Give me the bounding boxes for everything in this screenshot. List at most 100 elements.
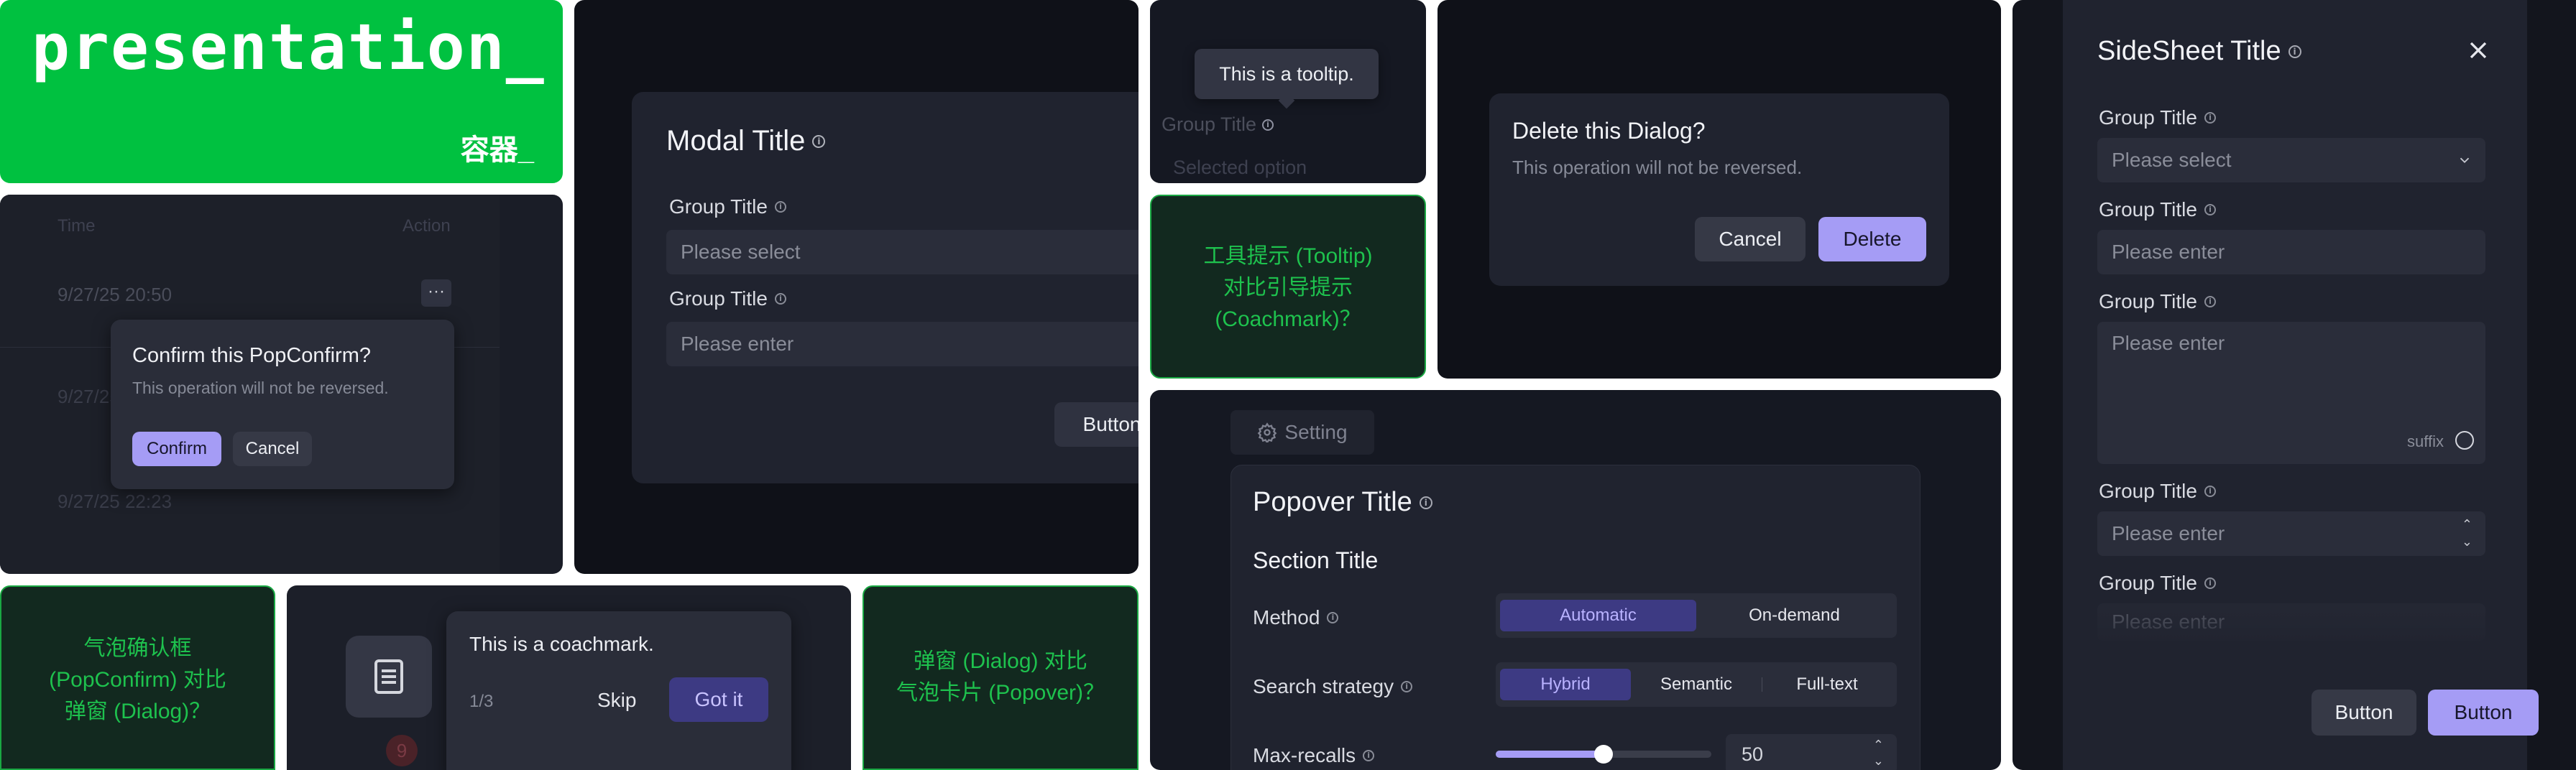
strategy-option[interactable]: Semantic bbox=[1631, 669, 1762, 700]
circle-icon bbox=[2455, 431, 2474, 450]
text-input[interactable]: Please enter bbox=[2097, 230, 2485, 274]
dialog-desc: This operation will not be reversed. bbox=[1512, 157, 1803, 178]
slider-thumb[interactable] bbox=[1594, 745, 1613, 764]
recall-number-input[interactable]: 50 ⌃ ⌄ bbox=[1726, 734, 1897, 770]
delete-button[interactable]: Delete bbox=[1818, 217, 1926, 261]
dialog-card: Delete this Dialog? This operation will … bbox=[1489, 93, 1949, 286]
modal-button[interactable]: Button bbox=[1054, 402, 1138, 447]
dialog-title: Delete this Dialog? bbox=[1512, 118, 1706, 144]
cancel-button[interactable]: Cancel bbox=[233, 432, 312, 466]
strategy-segmented[interactable]: Hybrid Semantic Full-text bbox=[1496, 662, 1897, 707]
cancel-button[interactable]: Button bbox=[2312, 690, 2416, 736]
info-icon: i bbox=[2204, 204, 2216, 215]
group-title-label: Group Title i bbox=[2099, 198, 2216, 221]
method-label-text: Method bbox=[1253, 606, 1320, 628]
tooltip-demo-tile: This is a tooltip. Group Title i Selecte… bbox=[1150, 0, 1426, 183]
group-title-text: Group Title bbox=[2099, 572, 2197, 594]
stepper-icon[interactable]: ⌃ ⌄ bbox=[2462, 516, 2472, 550]
note-line: 弹窗 (Dialog)？ bbox=[64, 700, 211, 723]
confirm-button[interactable]: Confirm bbox=[132, 432, 221, 466]
setting-button[interactable]: Setting bbox=[1230, 410, 1374, 455]
recall-label: Max-recalls i bbox=[1253, 744, 1375, 767]
textarea-placeholder: Please enter bbox=[2112, 332, 2225, 354]
document-icon-box[interactable] bbox=[346, 636, 432, 718]
note-line: (PopConfirm) 对比 bbox=[49, 668, 226, 692]
sidesheet-title: SideSheet Title bbox=[2097, 36, 2281, 66]
popconfirm-demo-tile: Time Action 9/27/25 20:50 ··· 9/27/25 21… bbox=[0, 195, 563, 574]
text-input[interactable]: Please enter bbox=[666, 322, 1138, 366]
info-icon: i bbox=[2204, 578, 2216, 589]
select-input[interactable]: Please select bbox=[666, 230, 1138, 274]
slider-fill bbox=[1496, 751, 1604, 758]
note-line: (Coachmark)？ bbox=[1215, 307, 1361, 331]
group-title-text: Group Title bbox=[669, 287, 768, 310]
method-option[interactable]: Automatic bbox=[1500, 600, 1696, 631]
info-icon[interactable]: i bbox=[1262, 119, 1274, 131]
modal-title-row: Modal Title i bbox=[666, 125, 826, 157]
popover-title-row: Popover Title i bbox=[1253, 487, 1432, 518]
setting-label: Setting bbox=[1284, 421, 1348, 443]
got-it-button[interactable]: Got it bbox=[669, 677, 768, 722]
group-title-label: Group Title i bbox=[1162, 113, 1274, 136]
skip-button[interactable]: Skip bbox=[597, 689, 636, 712]
note-line: 气泡卡片 (Popover)？ bbox=[896, 681, 1105, 705]
group-title-label: Group Title i bbox=[2099, 572, 2216, 595]
stepper-icon[interactable]: ⌃ ⌄ bbox=[1873, 737, 1884, 769]
select-input[interactable]: Please select bbox=[2097, 138, 2485, 182]
select-placeholder: Please select bbox=[2112, 149, 2232, 171]
method-segmented[interactable]: Automatic On-demand bbox=[1496, 593, 1897, 638]
presentation-tile: presentation_ 容器_ bbox=[0, 0, 563, 183]
modal-card: Modal Title i Group Title i Please selec… bbox=[632, 92, 1138, 483]
popover-card: Popover Title i Section Title Method i A… bbox=[1230, 465, 1920, 770]
group-title-text: Group Title bbox=[2099, 106, 2197, 129]
popconfirm-title: Confirm this PopConfirm? bbox=[132, 344, 371, 367]
strategy-option[interactable]: Hybrid bbox=[1500, 669, 1631, 700]
popconfirm-note-tile: 气泡确认框 (PopConfirm) 对比 弹窗 (Dialog)？ bbox=[0, 585, 275, 770]
info-icon: i bbox=[2288, 45, 2301, 58]
cancel-button[interactable]: Cancel bbox=[1695, 217, 1806, 261]
ok-button[interactable]: Button bbox=[2428, 690, 2539, 736]
note-line: 气泡确认框 bbox=[83, 636, 192, 660]
info-icon: i bbox=[1419, 496, 1432, 509]
group-title-text: Group Title bbox=[669, 195, 768, 218]
popover-title: Popover Title bbox=[1253, 487, 1412, 517]
strategy-option[interactable]: Full-text bbox=[1762, 669, 1892, 700]
popconfirm-card: Confirm this PopConfirm? This operation … bbox=[111, 320, 454, 489]
sidesheet-title-row: SideSheet Title i bbox=[2097, 36, 2301, 67]
recall-value: 50 bbox=[1742, 743, 1764, 765]
group-title-label: Group Title i bbox=[2099, 106, 2216, 129]
selected-option: Selected option bbox=[1173, 157, 1307, 178]
close-icon[interactable] bbox=[2464, 36, 2493, 65]
more-button[interactable]: ··· bbox=[421, 279, 451, 307]
coachmark-card: This is a coachmark. 1/3 Skip Got it bbox=[446, 611, 791, 770]
group-title-label: Group Title i bbox=[2099, 290, 2216, 313]
table-row-time: 9/27/25 22:23 bbox=[58, 491, 172, 512]
modal-demo-tile: Modal Title i Group Title i Please selec… bbox=[574, 0, 1138, 574]
table-row-time: 9/27/25 20:50 bbox=[58, 284, 172, 305]
method-label: Method i bbox=[1253, 606, 1339, 629]
info-icon: i bbox=[812, 134, 826, 148]
group-title-text: Group Title bbox=[2099, 290, 2197, 312]
recall-slider[interactable] bbox=[1496, 745, 1711, 764]
sidesheet-demo-tile: SideSheet Title i Group Title i Please s… bbox=[2012, 0, 2576, 770]
group-title-text: Group Title bbox=[2099, 198, 2197, 221]
note-line: 对比引导提示 bbox=[1223, 276, 1353, 300]
document-icon bbox=[374, 659, 403, 694]
method-option[interactable]: On-demand bbox=[1696, 600, 1892, 631]
presentation-title: presentation_ bbox=[32, 10, 546, 84]
coachmark-text: This is a coachmark. bbox=[469, 633, 654, 655]
chevron-down-icon bbox=[2460, 157, 2470, 164]
number-input[interactable]: Please enter ⌃ ⌄ bbox=[2097, 511, 2485, 556]
table-header-action: Action bbox=[402, 216, 451, 236]
coachmark-demo-tile: 9 This is a coachmark. 1/3 Skip Got it bbox=[287, 585, 851, 770]
info-icon: i bbox=[1401, 681, 1413, 692]
info-icon: i bbox=[2204, 486, 2216, 497]
recall-label-text: Max-recalls bbox=[1253, 744, 1356, 766]
notification-badge: 9 bbox=[386, 735, 418, 766]
coachmark-step: 1/3 bbox=[469, 692, 494, 711]
group-title-text: Group Title bbox=[1162, 113, 1257, 135]
popconfirm-desc: This operation will not be reversed. bbox=[132, 379, 389, 397]
textarea-input[interactable]: Please enter suffix bbox=[2097, 322, 2485, 464]
strategy-label: Search strategy i bbox=[1253, 675, 1413, 698]
info-icon: i bbox=[774, 201, 786, 213]
